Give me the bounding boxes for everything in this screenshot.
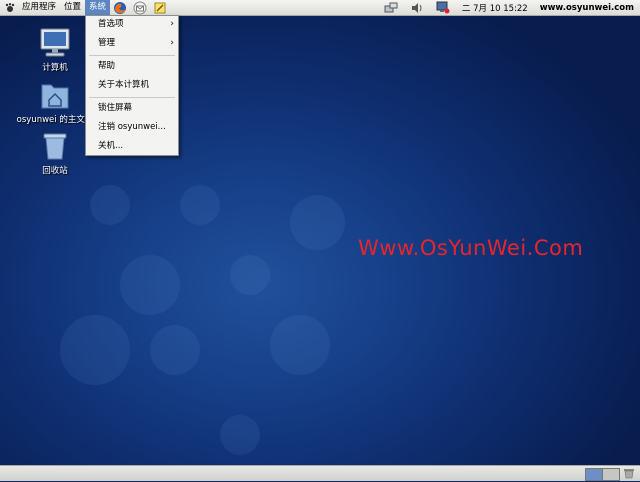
menu-item-preferences[interactable]: 首选项 › (86, 16, 178, 32)
menu-item-lock-screen[interactable]: 锁住屏幕 (86, 100, 178, 116)
menu-item-label: 关于本计算机 (98, 80, 150, 90)
bottom-panel (0, 465, 640, 481)
home-folder-icon (39, 80, 71, 110)
menu-places[interactable]: 位置 (60, 0, 85, 15)
trash-applet-icon[interactable] (623, 468, 635, 479)
watermark-text: Www.OsYunWei.Com (358, 236, 584, 260)
menu-separator (89, 97, 175, 98)
menu-item-label: 管理 (98, 38, 116, 48)
menu-applications[interactable]: 应用程序 (18, 0, 60, 15)
menu-item-label: 关机... (98, 141, 124, 151)
bokeh-decoration (150, 325, 200, 375)
workspace-1[interactable] (585, 468, 603, 481)
network-icon[interactable] (384, 1, 398, 14)
menu-item-administration[interactable]: 管理 › (86, 35, 178, 51)
menu-item-label: 帮助 (98, 61, 116, 71)
menu-item-logout[interactable]: 注销 osyunwei... (86, 119, 178, 135)
chevron-right-icon: › (170, 38, 174, 48)
menu-separator (89, 55, 175, 56)
menu-item-about[interactable]: 关于本计算机 (86, 77, 178, 93)
system-menu: 首选项 › 管理 › 帮助 关于本计算机 锁住屏幕 注销 osyunwei...… (85, 15, 179, 156)
menu-item-label: 注销 osyunwei... (98, 122, 166, 132)
foot-logo-icon[interactable] (3, 1, 17, 15)
desktop-icon-label: 回收站 (42, 166, 68, 176)
firefox-icon[interactable] (113, 1, 127, 15)
chevron-right-icon: › (170, 19, 174, 29)
workspace-2[interactable] (602, 468, 620, 481)
menu-item-label: 首选项 (98, 19, 124, 29)
bokeh-decoration (270, 315, 330, 375)
menu-item-label: 锁住屏幕 (98, 103, 133, 113)
system-tray: 二 7月 10 15:22 www.osyunwei.com (378, 0, 640, 15)
bokeh-decoration (230, 255, 270, 295)
site-label: www.osyunwei.com (539, 2, 634, 13)
mail-icon[interactable] (133, 1, 147, 15)
volume-icon[interactable] (410, 1, 424, 14)
top-panel: 应用程序 位置 系统 二 7月 10 15:22 www.osyunwei.co… (0, 0, 640, 16)
bokeh-decoration (60, 315, 130, 385)
clock[interactable]: 二 7月 10 15:22 (462, 2, 528, 14)
menu-item-help[interactable]: 帮助 (86, 58, 178, 74)
bokeh-decoration (290, 195, 345, 250)
bokeh-decoration (120, 255, 180, 315)
bokeh-decoration (220, 415, 260, 455)
notes-icon[interactable] (153, 1, 167, 15)
computer-icon (39, 28, 71, 58)
update-icon[interactable] (436, 1, 450, 14)
menu-system[interactable]: 系统 (85, 0, 111, 15)
bokeh-decoration (180, 185, 220, 225)
bokeh-decoration (90, 185, 130, 225)
trash-icon (39, 131, 71, 161)
menu-item-shutdown[interactable]: 关机... (86, 138, 178, 154)
